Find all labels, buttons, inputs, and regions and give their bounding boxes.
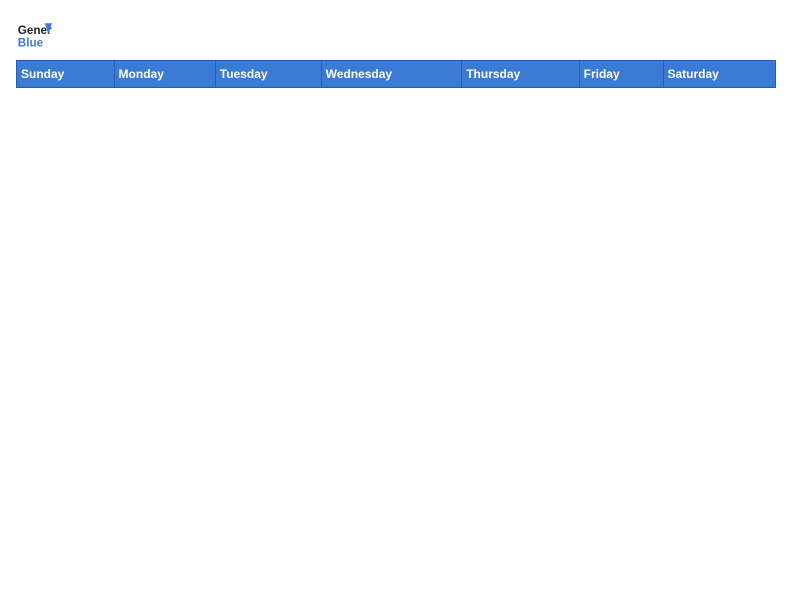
weekday-header-friday: Friday bbox=[579, 61, 663, 88]
calendar-header: SundayMondayTuesdayWednesdayThursdayFrid… bbox=[17, 61, 776, 88]
logo: General Blue bbox=[16, 16, 56, 52]
weekday-header-monday: Monday bbox=[114, 61, 215, 88]
weekday-header-sunday: Sunday bbox=[17, 61, 115, 88]
svg-text:Blue: Blue bbox=[18, 37, 44, 50]
weekday-header-tuesday: Tuesday bbox=[215, 61, 321, 88]
weekday-header-wednesday: Wednesday bbox=[321, 61, 462, 88]
weekday-header-thursday: Thursday bbox=[462, 61, 579, 88]
weekday-header-saturday: Saturday bbox=[663, 61, 776, 88]
